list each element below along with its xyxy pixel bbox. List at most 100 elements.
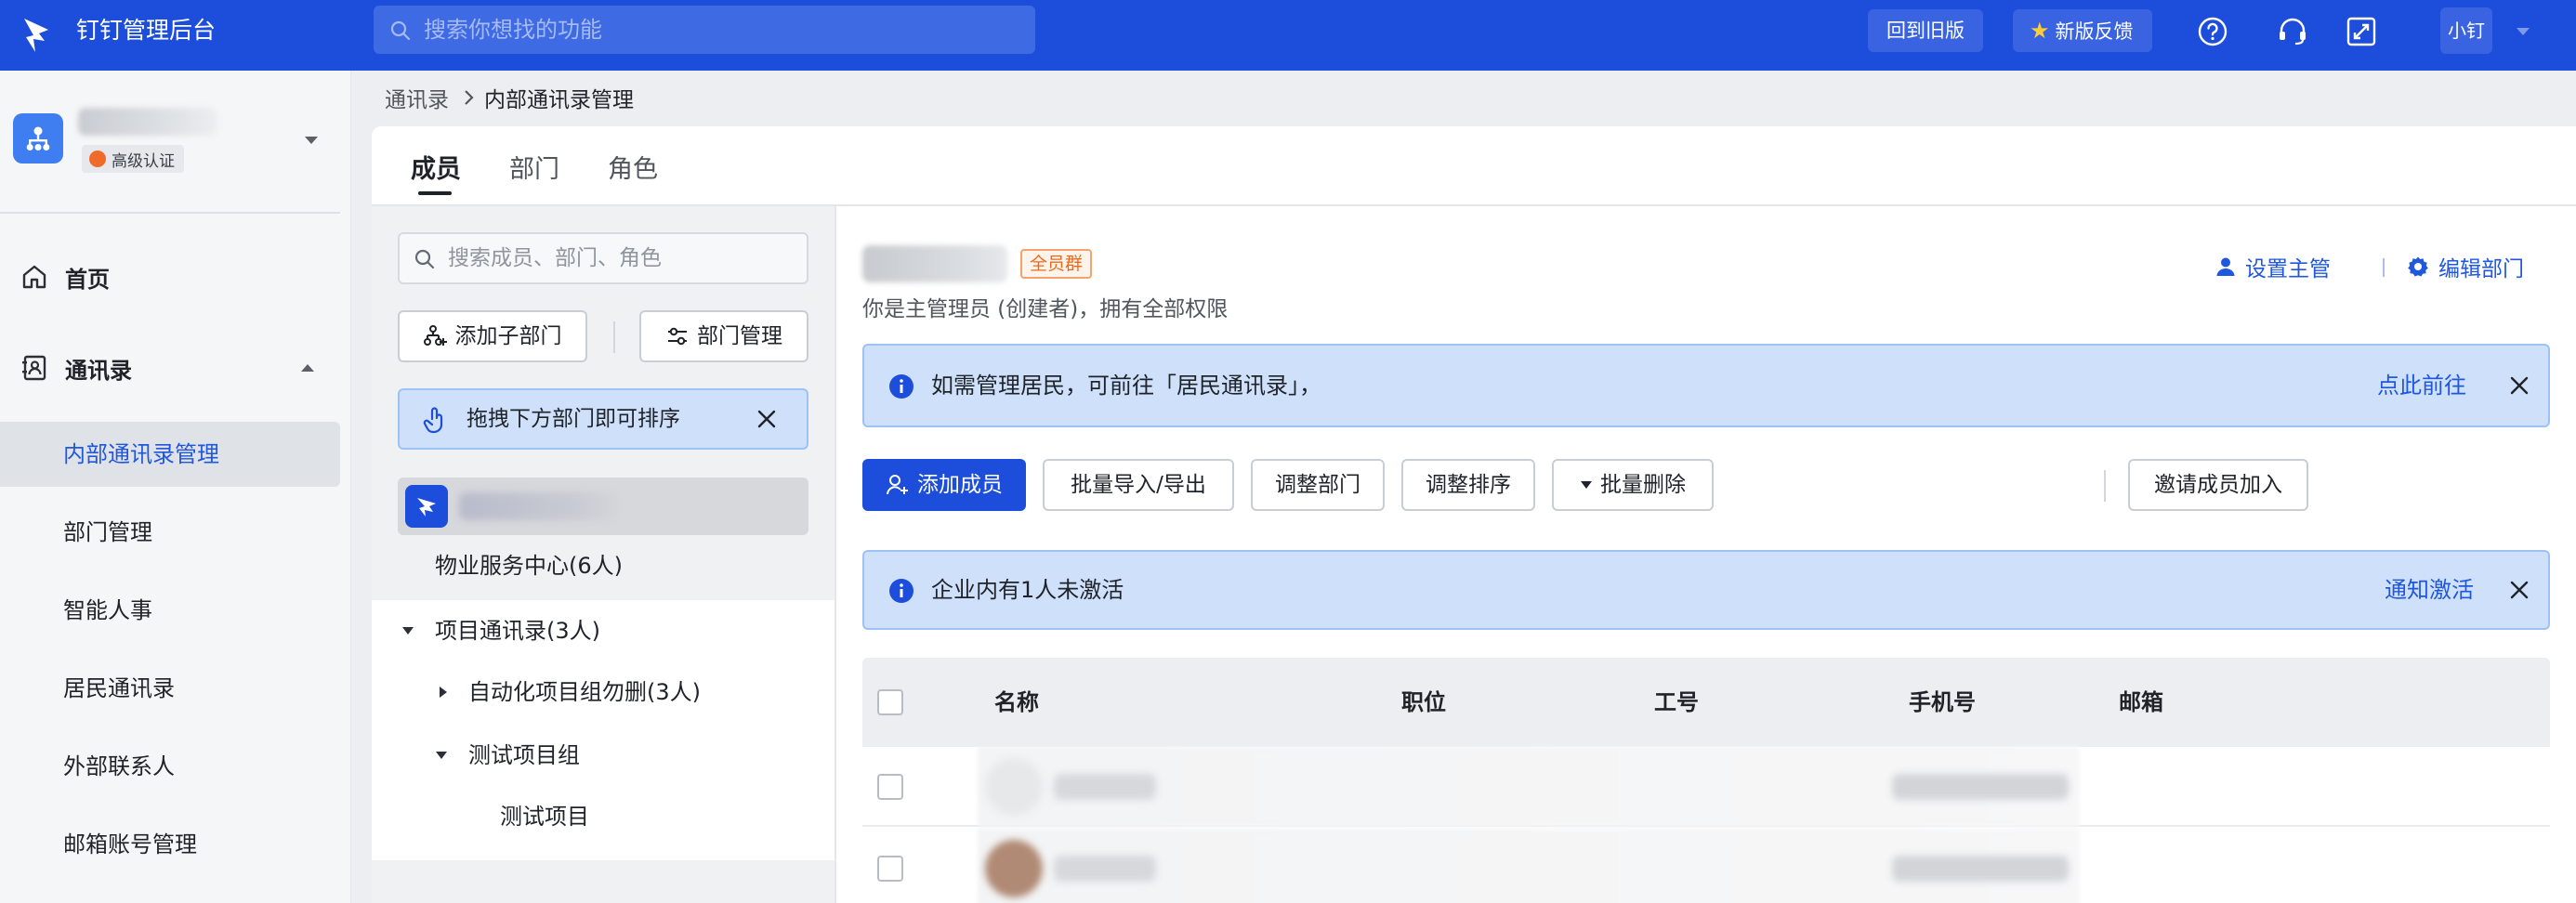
resident-contacts-banner-text: 如需管理居民，可前往「居民通讯录」， — [931, 373, 1321, 399]
link-divider — [2383, 258, 2385, 277]
breadcrumb-root[interactable]: 通讯录 — [385, 82, 449, 113]
tree-node-project-contacts[interactable]: 项目通讯录(3人) — [401, 600, 829, 661]
invite-member-button[interactable]: 邀请成员加入 — [2128, 459, 2308, 511]
org-root-name — [459, 492, 617, 520]
adjust-department-button[interactable]: 调整部门 — [1251, 459, 1385, 511]
help-icon[interactable] — [2197, 16, 2228, 47]
tree-node-automation-group[interactable]: 自动化项目组勿删(3人) — [435, 661, 825, 723]
tab-departments[interactable]: 部门 — [509, 149, 559, 185]
edit-department-label: 编辑部门 — [2438, 257, 2524, 281]
tree-node-test-project-group[interactable]: 测试项目组 — [435, 725, 825, 786]
sidebar-item-external-contacts[interactable]: 外部联系人 — [0, 734, 340, 799]
resident-contacts-banner: 如需管理居民，可前往「居民通讯录」， 点此前往 — [862, 344, 2550, 427]
permission-description: 你是主管理员 (创建者)，拥有全部权限 — [862, 297, 1229, 321]
global-search-input[interactable] — [424, 6, 1019, 54]
batch-delete-button[interactable]: 批量删除 — [1552, 459, 1714, 511]
tree-node-test-project[interactable]: 测试项目 — [500, 786, 589, 847]
tree-node-property-service[interactable]: 物业服务中心(6人) — [435, 535, 623, 596]
add-sub-department-button[interactable]: 添加子部门 — [398, 310, 587, 362]
sidebar-item-dept-management[interactable]: 部门管理 — [0, 500, 340, 565]
column-header-phone[interactable]: 手机号 — [1909, 658, 1976, 747]
add-member-button[interactable]: 添加成员 — [862, 459, 1026, 511]
app-title[interactable]: 钉钉管理后台 — [76, 0, 216, 71]
new-version-feedback-button[interactable]: ★ 新版反馈 — [2013, 9, 2152, 52]
search-icon — [414, 249, 435, 269]
dingtalk-logo-icon[interactable] — [20, 17, 52, 54]
close-icon[interactable] — [2509, 375, 2530, 396]
org-name[interactable] — [78, 108, 217, 136]
add-sub-department-label: 添加子部门 — [454, 324, 562, 348]
sliders-icon — [668, 327, 687, 346]
member-phone — [1892, 856, 2069, 882]
sidebar-item-email-accounts[interactable]: 邮箱账号管理 — [0, 812, 340, 877]
caret-down-icon[interactable] — [401, 626, 414, 635]
feedback-label: 新版反馈 — [2055, 20, 2134, 43]
adjust-order-button[interactable]: 调整排序 — [1401, 459, 1535, 511]
back-to-old-version-button[interactable]: 回到旧版 — [1868, 9, 1983, 52]
user-avatar[interactable]: 小钉 — [2440, 7, 2492, 54]
table-row[interactable] — [862, 829, 2550, 903]
user-menu-caret-icon[interactable] — [2515, 26, 2531, 37]
org-structure-icon — [26, 126, 50, 150]
collapse-caret-icon[interactable] — [299, 362, 316, 373]
go-to-resident-contacts-link[interactable]: 点此前往 — [2377, 346, 2466, 425]
global-search[interactable] — [374, 6, 1035, 54]
department-management-button[interactable]: 部门管理 — [639, 310, 808, 362]
close-icon[interactable] — [2509, 580, 2530, 600]
tab-roles[interactable]: 角色 — [608, 149, 658, 185]
sidebar-item-smart-hr[interactable]: 智能人事 — [0, 578, 340, 643]
org-root-node[interactable] — [398, 478, 808, 535]
info-icon — [889, 374, 913, 399]
active-tab-indicator — [418, 191, 452, 195]
all-staff-group-tag[interactable]: 全员群 — [1020, 249, 1093, 279]
column-header-email[interactable]: 邮箱 — [2119, 658, 2163, 747]
add-user-icon — [887, 475, 908, 495]
caret-down-icon — [1581, 481, 1592, 489]
batch-import-export-button[interactable]: 批量导入/导出 — [1043, 459, 1234, 511]
close-icon[interactable] — [756, 409, 777, 429]
star-icon: ★ — [2030, 18, 2050, 44]
inactive-members-banner: 企业内有1人未激活 通知激活 — [862, 550, 2550, 630]
column-header-name[interactable]: 名称 — [994, 658, 1039, 747]
set-manager-link[interactable]: 设置主管 — [2215, 245, 2331, 288]
avatar — [985, 840, 1043, 897]
tab-members[interactable]: 成员 — [411, 149, 461, 185]
dingtalk-logo-icon — [417, 498, 436, 517]
sidebar-divider — [0, 212, 340, 214]
avatar — [985, 758, 1043, 816]
button-divider — [613, 321, 615, 353]
member-name — [1054, 856, 1156, 882]
add-member-label: 添加成员 — [917, 473, 1003, 497]
drag-hand-icon — [423, 407, 443, 434]
notify-activation-link[interactable]: 通知激活 — [2385, 552, 2474, 628]
column-header-employee-id[interactable]: 工号 — [1654, 658, 1699, 747]
caret-down-icon[interactable] — [435, 751, 448, 760]
tree-node-label: 测试项目组 — [468, 742, 580, 768]
sidebar-item-home[interactable]: 首页 — [0, 251, 351, 303]
select-all-checkbox[interactable] — [877, 689, 903, 715]
certified-icon — [89, 150, 106, 167]
sidebar-item-label: 通讯录 — [65, 357, 132, 384]
set-manager-label: 设置主管 — [2245, 257, 2331, 281]
org-logo[interactable] — [13, 113, 63, 164]
action-divider — [2104, 470, 2106, 502]
table-row[interactable] — [862, 747, 2550, 827]
sidebar-item-resident-contacts[interactable]: 居民通讯录 — [0, 656, 340, 721]
member-search-input[interactable] — [448, 234, 801, 282]
chevron-right-icon — [465, 90, 474, 105]
certification-badge: 高级认证 — [82, 145, 184, 173]
fullscreen-icon[interactable] — [2346, 16, 2377, 47]
org-switch-caret-icon[interactable] — [303, 135, 320, 146]
member-search[interactable] — [398, 232, 808, 284]
customer-service-headset-icon[interactable] — [2277, 16, 2308, 47]
row-checkbox[interactable] — [877, 774, 903, 800]
batch-delete-label: 批量删除 — [1600, 473, 1686, 497]
sidebar-item-internal-contacts[interactable]: 内部通讯录管理 — [0, 422, 340, 487]
caret-right-icon[interactable] — [439, 686, 448, 699]
row-checkbox[interactable] — [877, 856, 903, 882]
edit-department-link[interactable]: 编辑部门 — [2407, 245, 2524, 288]
sidebar: 高级认证 首页 通讯录 内部通讯录管理 部门管理 智能人事 居民通讯录 外部联系… — [0, 71, 351, 903]
column-header-position[interactable]: 职位 — [1401, 658, 1446, 747]
drag-sort-tip-text: 拖拽下方部门即可排序 — [467, 407, 680, 431]
sidebar-item-contacts[interactable]: 通讯录 — [0, 342, 351, 394]
